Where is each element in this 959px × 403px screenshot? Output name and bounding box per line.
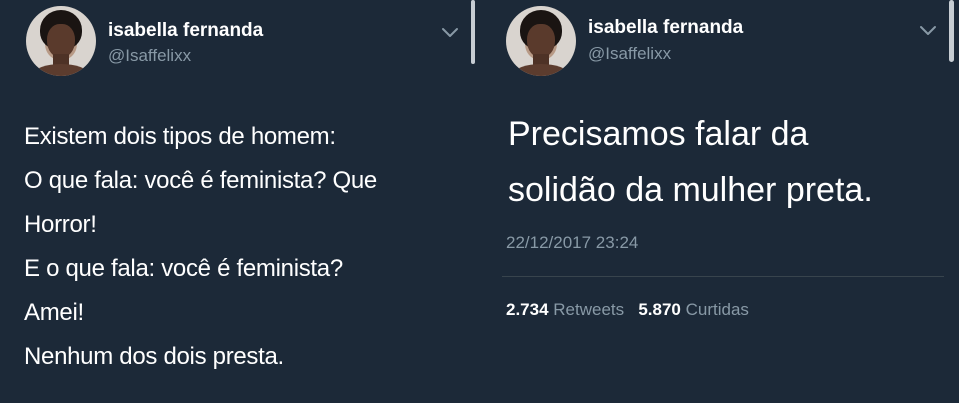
tweet-text-line: Horror! (24, 211, 97, 238)
likes-count[interactable]: 5.870 (638, 300, 681, 319)
tweet-text-line: O que fala: você é feminista? Que (24, 167, 377, 194)
tweet-text-line: solidão da mulher preta. (508, 171, 873, 209)
avatar-shoulders (514, 64, 568, 76)
author-name[interactable]: isabella fernanda (588, 17, 743, 39)
left-tweet: isabella fernanda @Isaffelixx Existem do… (0, 0, 473, 403)
avatar-face (527, 24, 555, 58)
avatar-shoulders (34, 64, 88, 76)
tweet-text: Precisamos falar da solidão da mulher pr… (508, 106, 953, 218)
tweet-text: Existem dois tipos de homem: O que fala:… (24, 115, 464, 379)
chevron-down-icon[interactable] (918, 24, 938, 38)
divider (502, 276, 944, 277)
avatar-face (47, 24, 75, 58)
retweets-count[interactable]: 2.734 (506, 300, 549, 319)
avatar[interactable] (26, 6, 96, 76)
avatar[interactable] (506, 6, 576, 76)
author-handle[interactable]: @Isaffelixx (588, 44, 671, 64)
chevron-down-icon[interactable] (440, 26, 460, 40)
retweets-label[interactable]: Retweets (553, 300, 624, 319)
right-tweet: isabella fernanda @Isaffelixx Precisamos… (480, 0, 959, 403)
likes-label[interactable]: Curtidas (686, 300, 749, 319)
author-handle[interactable]: @Isaffelixx (108, 46, 191, 66)
tweet-timestamp[interactable]: 22/12/2017 23:24 (506, 233, 638, 253)
tweet-text-line: Precisamos falar da (508, 115, 809, 153)
tweet-text-line: Existem dois tipos de homem: (24, 123, 336, 150)
tweet-stats: 2.734 Retweets 5.870 Curtidas (506, 300, 749, 320)
tweet-text-line: Nenhum dos dois presta. (24, 343, 284, 370)
tweet-text-line: Amei! (24, 299, 84, 326)
scrollbar[interactable] (471, 0, 475, 64)
tweet-text-line: E o que fala: você é feminista? (24, 255, 343, 282)
author-name[interactable]: isabella fernanda (108, 20, 263, 42)
scrollbar[interactable] (949, 0, 954, 62)
